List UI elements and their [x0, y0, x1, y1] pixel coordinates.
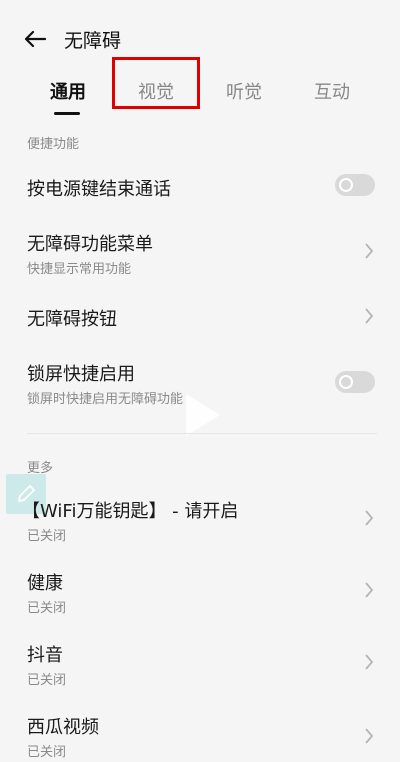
section-label-shortcuts: 便捷功能: [27, 137, 80, 152]
tab-bar: 通用 视觉 听觉 互动: [0, 76, 400, 116]
row-subtitle: 已关闭: [27, 745, 67, 760]
tab-interaction[interactable]: 互动: [314, 78, 350, 104]
list-item-accessibility-menu[interactable]: 无障碍功能菜单 快捷显示常用功能: [0, 220, 400, 280]
list-item-xigua-video[interactable]: 西瓜视频 已关闭: [0, 704, 400, 762]
chevron-right-icon: [365, 243, 374, 259]
list-item-power-end-call[interactable]: 按电源键结束通话: [0, 160, 400, 212]
row-title: 抖音: [27, 645, 63, 666]
tab-hearing[interactable]: 听觉: [226, 78, 262, 104]
row-title: 无障碍按钮: [27, 309, 117, 330]
row-subtitle: 锁屏时快捷启用无障碍功能: [27, 392, 184, 407]
chevron-right-icon: [365, 582, 374, 598]
lockscreen-shortcut-toggle[interactable]: [335, 371, 375, 393]
chevron-right-icon: [365, 510, 374, 526]
chevron-right-icon: [365, 728, 374, 744]
row-subtitle: 已关闭: [27, 601, 67, 616]
chevron-right-icon: [365, 308, 374, 324]
row-title: 【WiFi万能钥匙】 - 请开启: [22, 501, 239, 522]
row-subtitle: 快捷显示常用功能: [27, 262, 132, 277]
list-item-accessibility-button[interactable]: 无障碍按钮: [0, 290, 400, 342]
row-title: 健康: [27, 573, 63, 594]
page-title: 无障碍: [64, 30, 122, 52]
row-title: 西瓜视频: [27, 717, 99, 738]
chevron-right-icon: [365, 654, 374, 670]
row-subtitle: 已关闭: [27, 529, 67, 544]
toggle-knob: [339, 375, 353, 389]
tab-highlight-box: [112, 57, 200, 109]
row-subtitle: 已关闭: [27, 673, 67, 688]
header: 无障碍: [0, 0, 400, 76]
toggle-knob: [339, 178, 353, 192]
list-item-health[interactable]: 健康 已关闭: [0, 560, 400, 620]
tab-active-indicator: [54, 112, 80, 115]
divider: [27, 433, 377, 434]
list-item-douyin[interactable]: 抖音 已关闭: [0, 632, 400, 692]
row-title: 锁屏快捷启用: [27, 364, 135, 385]
list-item-wifi-key[interactable]: 【WiFi万能钥匙】 - 请开启 已关闭: [0, 488, 400, 548]
power-end-call-toggle[interactable]: [335, 174, 375, 196]
tab-general[interactable]: 通用: [50, 78, 86, 104]
row-title: 按电源键结束通话: [27, 179, 171, 200]
back-arrow-icon[interactable]: [20, 24, 50, 54]
row-title: 无障碍功能菜单: [27, 234, 153, 255]
